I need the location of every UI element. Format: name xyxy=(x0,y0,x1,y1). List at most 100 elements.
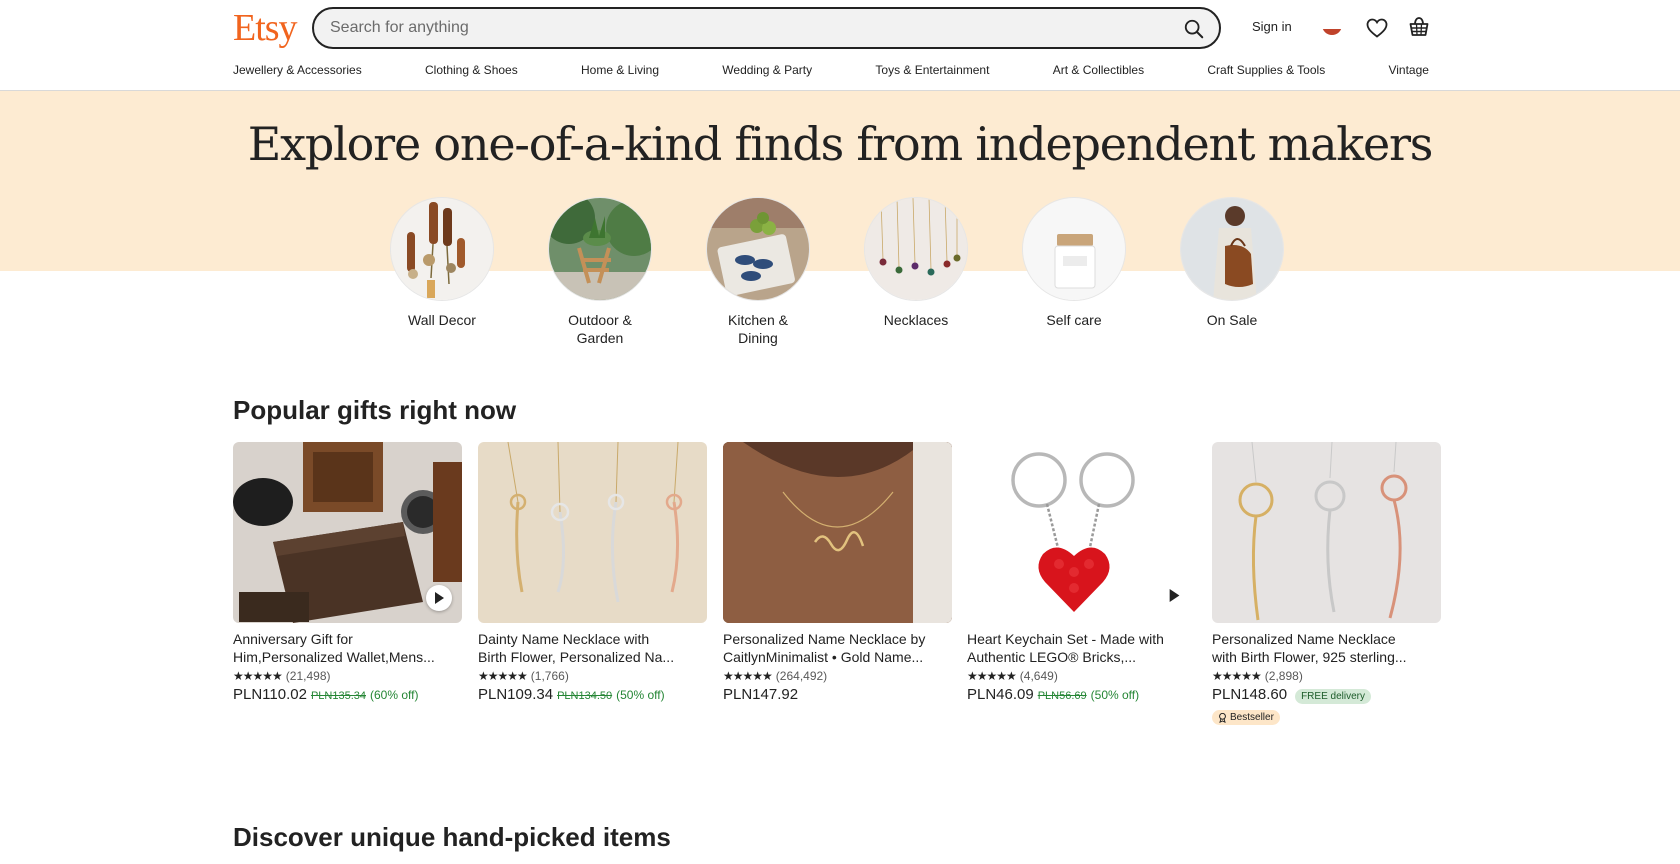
nav-item-jewellery[interactable]: Jewellery & Accessories xyxy=(233,63,362,83)
product-card[interactable]: Anniversary Gift for Him,Personalized Wa… xyxy=(233,442,462,703)
etsy-logo[interactable]: Etsy xyxy=(233,6,298,50)
review-count: (264,492) xyxy=(775,669,828,683)
hero-title: Explore one-of-a-kind finds from indepen… xyxy=(247,117,1434,171)
product-card[interactable]: Personalized Name Necklace by CaitlynMin… xyxy=(723,442,952,703)
product-title-line: CaitlynMinimalist • Gold Name... xyxy=(723,649,924,665)
product-image-necklace xyxy=(478,442,707,623)
outdoor-garden-image xyxy=(548,197,652,301)
original-price: PLN134.50 xyxy=(557,690,613,702)
free-delivery-badge: FREE delivery xyxy=(1295,689,1371,704)
review-count: (1,766) xyxy=(530,669,569,683)
play-icon xyxy=(435,592,444,604)
circle-label: Kitchen & xyxy=(728,312,788,328)
product-card[interactable]: Personalized Name Necklace with Birth Fl… xyxy=(1212,442,1441,728)
discount: (50% off) xyxy=(1090,688,1140,702)
circle-label-2: Dining xyxy=(738,330,778,346)
price-row: PLN46.09 PLN56.69 (50% off) xyxy=(967,686,1196,703)
star-rating-icon: ★★★★★ xyxy=(478,669,528,683)
price: PLN109.34 xyxy=(478,686,554,703)
sign-in-link[interactable]: Sign in xyxy=(1252,19,1292,34)
play-icon xyxy=(1169,589,1180,602)
price: PLN148.60 xyxy=(1212,686,1288,703)
star-rating-icon: ★★★★★ xyxy=(723,669,773,683)
product-image-keychain xyxy=(967,442,1196,623)
price-row: PLN148.60 FREE delivery xyxy=(1212,686,1441,704)
on-sale-image xyxy=(1180,197,1284,301)
nav-item-art[interactable]: Art & Collectibles xyxy=(1053,63,1144,83)
product-title-line: Personalized Name Necklace by xyxy=(723,631,926,647)
product-title-line: Him,Personalized Wallet,Mens... xyxy=(233,649,435,665)
circle-on-sale[interactable]: On Sale xyxy=(1180,197,1284,329)
product-rating: ★★★★★ (4,649) xyxy=(967,669,1196,683)
kitchen-dining-image xyxy=(706,197,810,301)
product-rating: ★★★★★ (21,498) xyxy=(233,669,462,683)
circle-label: Outdoor & xyxy=(568,312,632,328)
product-title-line: Heart Keychain Set - Made with xyxy=(967,631,1164,647)
product-title-line: Personalized Name Necklace xyxy=(1212,631,1396,647)
review-count: (2,898) xyxy=(1264,669,1303,683)
product-title-line: Dainty Name Necklace with xyxy=(478,631,650,647)
product-title-line: Authentic LEGO® Bricks,... xyxy=(967,649,1137,665)
product-rating: ★★★★★ (1,766) xyxy=(478,669,707,683)
circle-outdoor-garden[interactable]: Outdoor & Garden xyxy=(548,197,652,347)
circle-label: Wall Decor xyxy=(408,312,476,328)
nav-item-toys[interactable]: Toys & Entertainment xyxy=(875,63,989,83)
product-card[interactable]: Heart Keychain Set - Made with Authentic… xyxy=(967,442,1196,703)
product-title: Personalized Name Necklace with Birth Fl… xyxy=(1212,630,1441,666)
category-circles: Wall Decor Outdoor & Garden Kitchen & Di… xyxy=(390,197,1290,357)
wall-decor-image xyxy=(390,197,494,301)
site-header: Etsy Sign in Jewellery & Accessories Clo… xyxy=(0,0,1680,91)
price-row: PLN109.34 PLN134.50 (50% off) xyxy=(478,686,707,703)
product-title: Heart Keychain Set - Made with Authentic… xyxy=(967,630,1196,666)
star-rating-icon: ★★★★★ xyxy=(967,669,1017,683)
nav-item-vintage[interactable]: Vintage xyxy=(1388,63,1428,83)
search-icon xyxy=(1184,19,1204,39)
heart-icon[interactable] xyxy=(1365,16,1389,40)
star-rating-icon: ★★★★★ xyxy=(233,669,283,683)
original-price: PLN135.34 xyxy=(310,690,366,702)
discount: (60% off) xyxy=(370,688,419,702)
bestseller-badge: Bestseller xyxy=(1212,710,1280,725)
product-title-line: Birth Flower, Personalized Na... xyxy=(478,649,675,665)
original-price: PLN56.69 xyxy=(1037,690,1087,702)
price: PLN110.02 xyxy=(233,686,307,703)
nav-item-home[interactable]: Home & Living xyxy=(581,63,659,83)
product-title: Personalized Name Necklace by CaitlynMin… xyxy=(723,630,952,666)
play-video-button[interactable] xyxy=(426,585,452,611)
product-rating: ★★★★★ (2,898) xyxy=(1212,669,1441,683)
product-rating: ★★★★★ (264,492) xyxy=(723,669,952,683)
nav-item-wedding[interactable]: Wedding & Party xyxy=(722,63,812,83)
search-bar[interactable] xyxy=(312,7,1221,49)
product-image-name-necklace xyxy=(723,442,952,623)
product-title-line: Anniversary Gift for xyxy=(233,631,353,647)
circle-label: Necklaces xyxy=(883,312,949,328)
product-title: Anniversary Gift for Him,Personalized Wa… xyxy=(233,630,462,666)
nav-item-clothing[interactable]: Clothing & Shoes xyxy=(425,63,518,83)
discover-title: Discover unique hand-picked items xyxy=(233,822,671,852)
discount: (50% off) xyxy=(616,688,665,702)
product-title-line: with Birth Flower, 925 sterling... xyxy=(1212,649,1407,665)
product-image-flower-necklace xyxy=(1212,442,1441,623)
circle-necklaces[interactable]: Necklaces xyxy=(864,197,968,329)
circle-label: On Sale xyxy=(1206,312,1258,328)
basket-icon[interactable] xyxy=(1407,15,1431,39)
product-title: Dainty Name Necklace with Birth Flower, … xyxy=(478,630,707,666)
price-row: PLN147.92 xyxy=(723,686,952,703)
star-rating-icon: ★★★★★ xyxy=(1212,669,1262,683)
search-input[interactable] xyxy=(330,9,1150,47)
product-image-wallet xyxy=(233,442,462,623)
play-video-button[interactable] xyxy=(1168,589,1180,607)
circle-kitchen-dining[interactable]: Kitchen & Dining xyxy=(706,197,810,347)
self-care-image xyxy=(1022,197,1126,301)
award-icon xyxy=(1219,712,1226,723)
circle-label: Self care xyxy=(1046,312,1102,328)
nav-item-craft[interactable]: Craft Supplies & Tools xyxy=(1207,63,1325,83)
flag-icon[interactable] xyxy=(1322,23,1342,35)
circle-wall-decor[interactable]: Wall Decor xyxy=(390,197,494,329)
circle-self-care[interactable]: Self care xyxy=(1022,197,1126,329)
necklaces-image xyxy=(864,197,968,301)
price: PLN147.92 xyxy=(723,686,799,703)
product-card[interactable]: Dainty Name Necklace with Birth Flower, … xyxy=(478,442,707,703)
price-row: PLN110.02 PLN135.34 (60% off) xyxy=(233,686,462,703)
search-button[interactable] xyxy=(1181,16,1207,42)
